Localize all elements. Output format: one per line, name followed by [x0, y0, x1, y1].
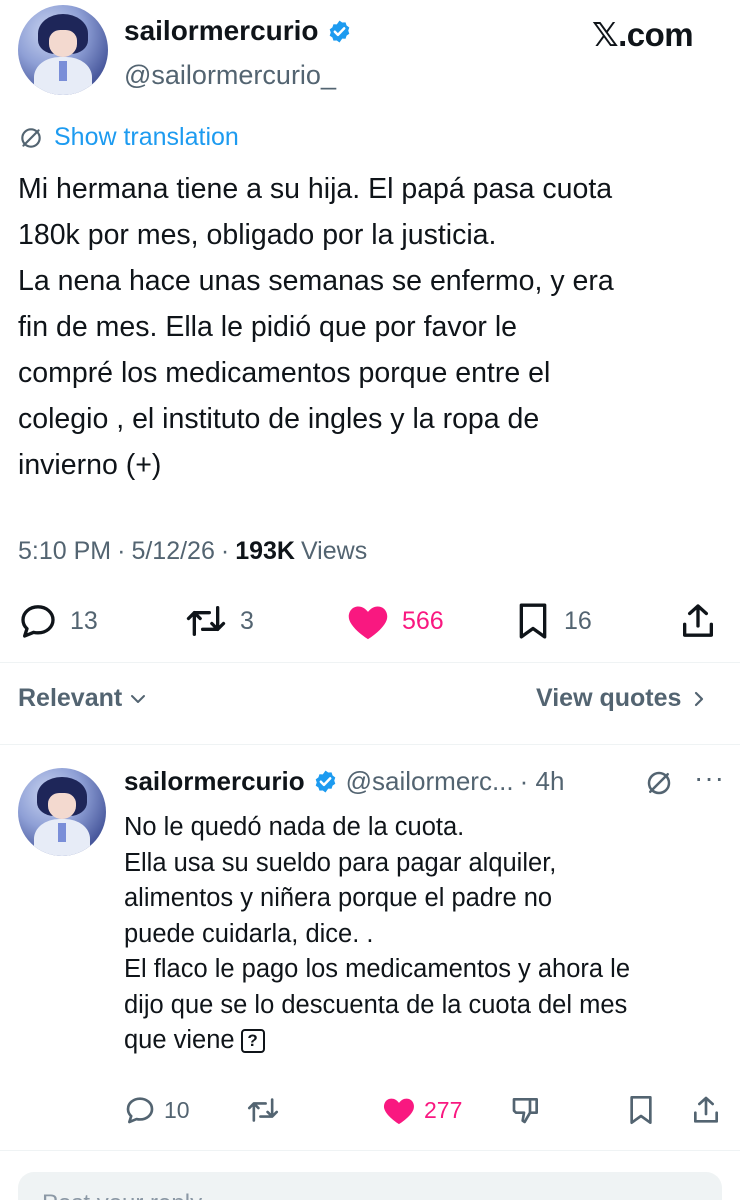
- view-quotes-label: View quotes: [536, 684, 682, 712]
- reply-like-button[interactable]: 277: [382, 1090, 462, 1130]
- bookmark-button[interactable]: 16: [514, 598, 592, 644]
- reply-dislike-button[interactable]: [510, 1090, 542, 1130]
- verified-badge-icon: [315, 770, 335, 793]
- like-count: 566: [402, 606, 444, 635]
- bookmark-count: 16: [564, 606, 592, 635]
- tweet-line: 180k por mes, obligado por la justicia.: [18, 219, 497, 251]
- repost-count: 3: [240, 606, 254, 635]
- reply-author-avatar[interactable]: [18, 768, 106, 856]
- verified-badge-icon: [329, 20, 349, 42]
- reply-line: Ella usa su sueldo para pagar alquiler,: [124, 848, 557, 877]
- meta-separator: ·: [220, 537, 230, 565]
- bookmark-icon: [519, 603, 547, 639]
- divider: [0, 662, 740, 663]
- tweet-line: invierno (+): [18, 449, 162, 481]
- author-name-row[interactable]: sailormercurio: [124, 15, 352, 47]
- repost-icon: [247, 1098, 279, 1122]
- reply-time[interactable]: · 4h: [520, 766, 565, 797]
- reply-line: dijo que se lo descuenta de la cuota del…: [124, 990, 628, 1019]
- meta-separator: ·: [117, 537, 126, 565]
- reply-line: puede cuidarla, dice. .: [124, 919, 374, 948]
- like-icon: [348, 606, 388, 640]
- tweet-line: colegio , el instituto de ingles y la ro…: [18, 403, 540, 435]
- author-avatar[interactable]: [18, 5, 108, 95]
- like-icon: [384, 1098, 414, 1125]
- share-icon: [694, 1096, 718, 1123]
- repost-button[interactable]: 3: [184, 598, 254, 644]
- unknown-emoji-glyph: ?: [240, 1029, 265, 1053]
- tweet-line: fin de mes. Ella le pidió que por favor …: [18, 311, 518, 343]
- view-quotes-link[interactable]: View quotes: [536, 684, 709, 713]
- reply-author-handle[interactable]: @sailormerc...: [346, 766, 514, 797]
- chevron-right-icon: [695, 691, 704, 706]
- reply-text: No le quedó nada de la cuota. Ella usa s…: [124, 810, 724, 1059]
- translate-icon: [21, 127, 41, 148]
- author-name[interactable]: sailormercurio: [124, 15, 319, 47]
- divider: [0, 744, 740, 745]
- reply-repost-button[interactable]: [246, 1090, 280, 1130]
- share-icon: [683, 604, 713, 637]
- site-watermark: 𝕏.com: [592, 16, 694, 53]
- reply-header: sailormercurio @sailormerc... · 4h ···: [124, 762, 724, 798]
- share-button[interactable]: [678, 598, 718, 644]
- reply-composer-placeholder: Post your reply: [42, 1190, 202, 1200]
- chevron-down-icon: [131, 694, 146, 703]
- tweet-line: Mi hermana tiene a su hija. El papá pasa…: [18, 173, 613, 205]
- reply-share-button[interactable]: [690, 1090, 722, 1130]
- bookmark-icon: [630, 1096, 652, 1124]
- tweet-time[interactable]: 5:10 PM: [18, 537, 111, 566]
- reply-line: alimentos y niñera porque el padre no: [124, 884, 553, 912]
- reply-icon: [126, 1097, 154, 1124]
- reply-line-last: que viene?: [124, 1023, 724, 1059]
- tweet-text: Mi hermana tiene a su hija. El papá pasa…: [18, 166, 728, 488]
- divider: [0, 1150, 740, 1151]
- reply-like-count: 277: [424, 1096, 463, 1123]
- repost-icon: [186, 606, 226, 636]
- tweet-action-bar: 13 3 566 16: [18, 598, 722, 644]
- reply-icon: [21, 605, 55, 638]
- views-count: 193K: [235, 537, 295, 565]
- sort-relevant-button[interactable]: Relevant: [18, 684, 148, 713]
- tweet-meta: 5:10 PM · 5/12/26 · 193K Views: [18, 537, 367, 566]
- reply-reply-count: 10: [164, 1096, 190, 1123]
- tweet-line: compré los medicamentos porque entre el: [18, 357, 551, 389]
- show-translation-link[interactable]: Show translation: [18, 123, 239, 152]
- reply-reply-button[interactable]: 10: [124, 1090, 190, 1130]
- reply-line: El flaco le pago los medicamentos y ahor…: [124, 955, 631, 983]
- reply-line: que viene: [124, 1026, 235, 1054]
- reply-bookmark-button[interactable]: [626, 1090, 656, 1130]
- reply-action-bar: 10 277: [124, 1090, 724, 1130]
- show-translation-label[interactable]: Show translation: [54, 123, 239, 152]
- tweet-line: La nena hace unas semanas se enfermo, y …: [18, 265, 614, 297]
- reply-author-name[interactable]: sailormercurio: [124, 766, 305, 797]
- more-icon[interactable]: ···: [694, 762, 725, 794]
- reply-count: 13: [70, 606, 98, 635]
- dislike-icon: [512, 1098, 538, 1124]
- author-handle[interactable]: @sailormercurio_: [124, 60, 336, 91]
- tweet-date[interactable]: 5/12/26: [131, 537, 214, 566]
- views-label: Views: [300, 537, 368, 565]
- grok-icon[interactable]: [644, 768, 674, 798]
- reply-line: No le quedó nada de la cuota.: [124, 813, 465, 841]
- reply-composer-input[interactable]: Post your reply: [18, 1172, 722, 1200]
- like-button[interactable]: 566: [346, 598, 444, 644]
- sort-relevant-label: Relevant: [18, 684, 123, 712]
- reply-button[interactable]: 13: [18, 598, 98, 644]
